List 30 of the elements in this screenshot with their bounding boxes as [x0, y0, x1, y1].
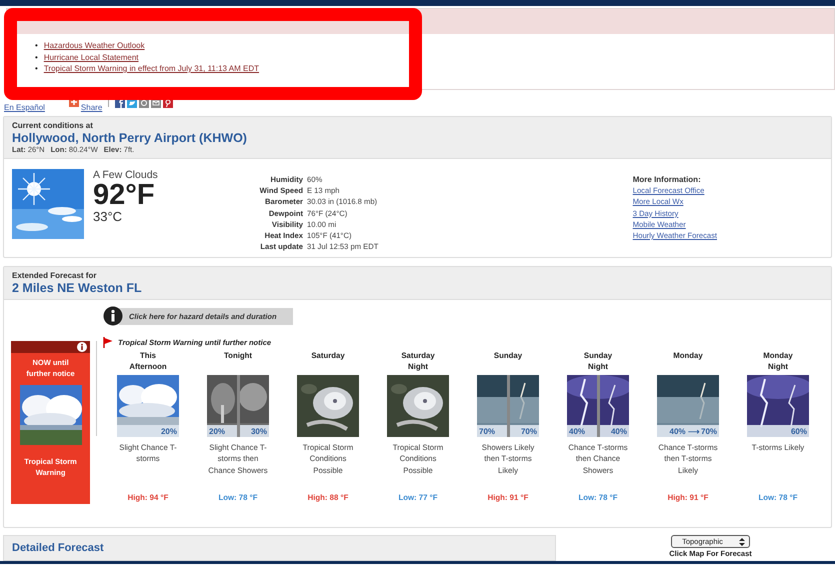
chance-percent: 70% [479, 426, 496, 436]
chance-percent: 40% ⟶ 70% [670, 426, 717, 436]
temperature-fahrenheit: 92°F [93, 181, 156, 210]
info-icon[interactable] [103, 306, 123, 326]
temperature-celsius: 33°C [93, 210, 124, 223]
conditions-heading: Current conditions at [12, 121, 94, 130]
chance-percent: 70% [520, 426, 537, 436]
chance-percent: 20% [160, 426, 177, 436]
forecast-location: 2 Miles NE Weston FL [12, 281, 143, 295]
station-name: Hollywood, North Perry Airport (KHWO) [12, 131, 248, 145]
chance-percent: 20% [209, 426, 226, 436]
info-icon [77, 342, 88, 352]
stepper-icon [738, 538, 745, 546]
chance-percent: 40% [610, 426, 627, 436]
hazard-link[interactable]: Tropical Storm Warning in effect from July 31, 11:13 AM EDT [44, 63, 260, 74]
bullet: • [35, 52, 38, 63]
hazard-link[interactable]: Hazardous Weather Outlook [44, 40, 145, 52]
chance-percent: 60% [790, 426, 807, 436]
more-info-title: More Information: [632, 174, 702, 186]
hazard-link[interactable]: Hurricane Local Statement [44, 52, 139, 63]
conditions-summary: A Few Clouds [93, 169, 159, 181]
detailed-forecast-title: Detailed Forecast [12, 542, 104, 554]
chance-percent: 30% [250, 426, 267, 436]
bullet: • [35, 40, 38, 52]
flag-icon [103, 336, 113, 348]
bullet: • [35, 63, 38, 74]
language-link[interactable]: En Español [4, 102, 45, 112]
forecast-heading: Extended Forecast for [12, 271, 98, 280]
share-link[interactable]: Share [80, 102, 102, 112]
chance-percent: 40% [569, 426, 586, 436]
